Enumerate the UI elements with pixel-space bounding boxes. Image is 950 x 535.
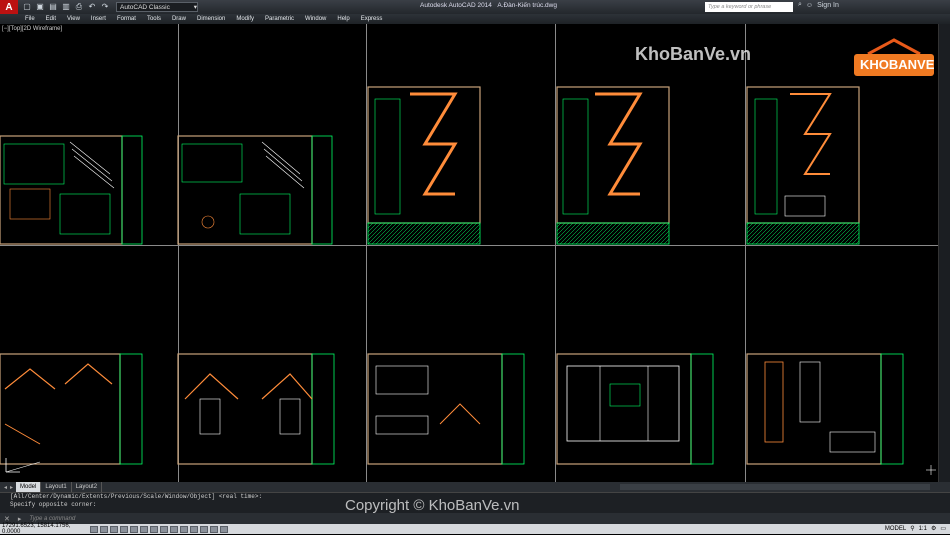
vertical-scrollbar[interactable] (938, 24, 950, 482)
menu-express[interactable]: Express (361, 16, 383, 22)
annotation-scale[interactable]: 1:1 (919, 526, 927, 532)
drawing-sheets (0, 86, 936, 475)
title-bar: A ▢ ▣ ▤ ▥ ⎙ ↶ ↷ AutoCAD Classic ▾ Autode… (0, 0, 950, 14)
undo-icon[interactable]: ↶ (87, 2, 97, 12)
menu-draw[interactable]: Draw (172, 16, 186, 22)
menu-view[interactable]: View (67, 16, 80, 22)
transparency-icon[interactable] (200, 525, 208, 533)
dynamic-ucs-icon[interactable] (170, 525, 178, 533)
redo-icon[interactable]: ↷ (100, 2, 110, 12)
search-icon[interactable]: ⌕ (798, 1, 802, 9)
print-icon[interactable]: ⎙ (74, 2, 84, 12)
infer-constraints-icon[interactable] (90, 525, 98, 533)
search-input[interactable]: Type a keyword or phrase (705, 2, 793, 12)
sheet-9 (556, 353, 714, 465)
menu-parametric[interactable]: Parametric (265, 16, 294, 22)
menu-window[interactable]: Window (305, 16, 326, 22)
coordinate-readout: 17291.6523, 15814.1756, 0.0000 (2, 523, 71, 535)
drawing-viewport[interactable]: [−][Top][2D Wireframe] KhoBanVe.vn KHOBA… (0, 24, 938, 482)
menu-dimension[interactable]: Dimension (197, 16, 225, 22)
sheet-2 (177, 135, 333, 245)
menu-format[interactable]: Format (117, 16, 136, 22)
window-title: Autodesk AutoCAD 2014 A.Đàn-Kiến trúc.dw… (420, 2, 557, 9)
menu-tools[interactable]: Tools (147, 16, 161, 22)
menu-modify[interactable]: Modify (236, 16, 254, 22)
model-space-button[interactable]: MODEL (885, 526, 906, 532)
title-icons: ⌕ ☺ Sign In (798, 1, 839, 9)
menu-insert[interactable]: Insert (91, 16, 106, 22)
menu-help[interactable]: Help (337, 16, 349, 22)
menu-file[interactable]: File (25, 16, 35, 22)
ortho-mode-icon[interactable] (120, 525, 128, 533)
close-icon[interactable]: ✕ (4, 515, 10, 523)
snap-mode-icon[interactable] (100, 525, 108, 533)
viewport-controls[interactable]: [−][Top][2D Wireframe] (2, 26, 62, 32)
quick-access-toolbar: ▢ ▣ ▤ ▥ ⎙ ↶ ↷ (22, 2, 110, 12)
chevron-down-icon: ▾ (193, 4, 197, 11)
open-icon[interactable]: ▣ (35, 2, 45, 12)
polar-tracking-icon[interactable] (130, 525, 138, 533)
sign-in-link[interactable]: Sign In (817, 2, 839, 9)
watermark-text: KhoBanVe.vn (635, 44, 752, 64)
autocad-logo-icon[interactable]: A (0, 0, 18, 14)
workspace-dropdown[interactable]: AutoCAD Classic ▾ (116, 2, 198, 12)
object-snap-tracking-icon[interactable] (160, 525, 168, 533)
user-icon[interactable]: ☺ (806, 2, 813, 9)
sheet-8 (367, 353, 525, 465)
copyright-watermark: Copyright © KhoBanVe.vn (345, 497, 520, 514)
command-prompt-icon: ▸ (17, 515, 22, 523)
lineweight-icon[interactable] (190, 525, 198, 533)
new-icon[interactable]: ▢ (22, 2, 32, 12)
tab-layout2[interactable]: Layout2 (72, 482, 103, 492)
sheet-5 (746, 86, 860, 245)
horizontal-scrollbar[interactable] (620, 484, 930, 490)
object-snap-icon[interactable] (140, 525, 148, 533)
annotation-scale-icon[interactable]: ⚲ (910, 525, 914, 532)
save-as-icon[interactable]: ▥ (61, 2, 71, 12)
status-right: MODEL ⚲ 1:1 ⚙ ▭ (885, 525, 946, 533)
sheet-6 (0, 353, 143, 465)
grid-display-icon[interactable] (110, 525, 118, 533)
menu-edit[interactable]: Edit (46, 16, 56, 22)
tab-layout1[interactable]: Layout1 (41, 482, 72, 492)
menu-bar: File Edit View Insert Format Tools Draw … (0, 14, 950, 24)
save-icon[interactable]: ▤ (48, 2, 58, 12)
sheet-3 (367, 86, 481, 245)
3d-object-snap-icon[interactable] (150, 525, 158, 533)
fullscreen-icon[interactable]: ▭ (940, 525, 946, 532)
sheet-10 (746, 353, 904, 465)
selection-cycling-icon[interactable] (220, 525, 228, 533)
sheet-7 (177, 353, 335, 465)
status-bar: 17291.6523, 15814.1756, 0.0000 MODEL ⚲ 1… (0, 523, 950, 535)
sheet-1 (0, 135, 143, 245)
workspace-switch-icon[interactable]: ⚙ (931, 525, 936, 532)
tab-model[interactable]: Model (16, 482, 42, 492)
command-placeholder: Type a command (29, 515, 76, 522)
sheet-4 (556, 86, 670, 245)
ucs-icon (5, 458, 41, 473)
quick-properties-icon[interactable] (210, 525, 218, 533)
khobanve-logo: KHOBANVE (848, 36, 938, 82)
crosshair-cursor (926, 465, 936, 475)
drafting-toggles (90, 525, 228, 533)
dynamic-input-icon[interactable] (180, 525, 188, 533)
command-input[interactable]: ✕ ▸ Type a command (0, 513, 950, 524)
